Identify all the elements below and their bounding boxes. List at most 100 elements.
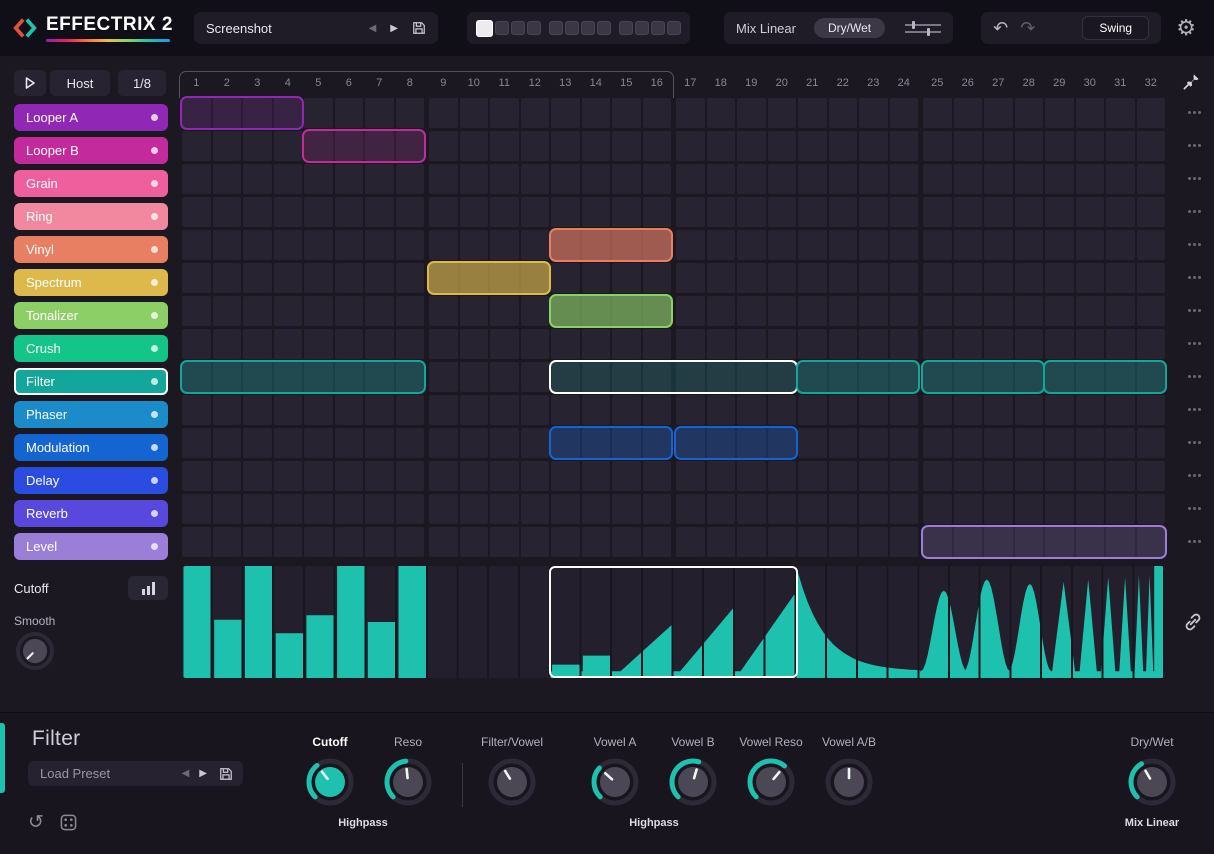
grid-cell[interactable] [1014,428,1043,458]
grid-cell[interactable] [1075,263,1104,293]
grid-cell[interactable] [365,527,394,557]
grid-cell[interactable] [273,164,302,194]
grid-cell[interactable] [1075,395,1104,425]
grid-cell[interactable] [706,527,735,557]
grid-cell[interactable] [1014,164,1043,194]
grid-cell[interactable] [459,296,488,326]
vowel-a-knob[interactable] [570,751,660,813]
grid-cell[interactable] [984,98,1013,128]
grid-cell[interactable] [334,461,363,491]
vowel-a-b-knob[interactable] [804,751,894,813]
grid-cell[interactable] [243,428,272,458]
grid-cell[interactable] [490,230,519,260]
grid-cell[interactable] [334,263,363,293]
pattern-slot-2[interactable] [495,21,509,35]
grid-cell[interactable] [798,197,827,227]
grid-cell[interactable] [1136,296,1165,326]
grid-cell[interactable] [1106,263,1135,293]
grid-cell[interactable] [767,131,796,161]
grid-cell[interactable] [212,296,241,326]
grid-cell[interactable] [1136,263,1165,293]
grid-cell[interactable] [889,494,918,524]
pattern-slot-9[interactable] [619,21,633,35]
grid-cell[interactable] [365,98,394,128]
grid-cell[interactable] [551,461,580,491]
grid-cell[interactable] [182,263,211,293]
grid-cell[interactable] [551,395,580,425]
grid-cell[interactable] [767,296,796,326]
grid-cell[interactable] [859,131,888,161]
grid-cell[interactable] [1106,461,1135,491]
track-reverb[interactable]: Reverb [14,500,168,527]
grid-cell[interactable] [1045,494,1074,524]
track-ring[interactable]: Ring [14,203,168,230]
grid-cell[interactable] [182,296,211,326]
grid-cell[interactable] [490,329,519,359]
grid-cell[interactable] [1075,329,1104,359]
grid-cell[interactable] [798,329,827,359]
settings-gear-icon[interactable]: ⚙ [1176,15,1196,41]
grid-cell[interactable] [304,494,333,524]
grid-cell[interactable] [676,263,705,293]
grid-cell[interactable] [490,395,519,425]
grid-cell[interactable] [1106,164,1135,194]
track-crush[interactable]: Crush [14,335,168,362]
grid-cell[interactable] [490,362,519,392]
grid-cell[interactable] [459,197,488,227]
grid-cell[interactable] [889,395,918,425]
grid-cell[interactable] [520,428,549,458]
grid-cell[interactable] [429,197,458,227]
track-active-dot[interactable] [151,279,158,286]
grid-cell[interactable] [490,197,519,227]
grid-cell[interactable] [520,131,549,161]
grid-cell[interactable] [459,230,488,260]
grid-cell[interactable] [395,428,424,458]
reset-icon[interactable]: ↺ [28,811,44,834]
grid-cell[interactable] [1075,461,1104,491]
grid-cell[interactable] [365,395,394,425]
grid-cell[interactable] [923,164,952,194]
grid-cell[interactable] [642,494,671,524]
grid-cell[interactable] [1106,395,1135,425]
grid-cell[interactable] [1014,230,1043,260]
grid-cell[interactable] [1136,395,1165,425]
grid-cell[interactable] [459,395,488,425]
grid-cell[interactable] [828,296,857,326]
grid-cell[interactable] [429,164,458,194]
grid-cell[interactable] [304,395,333,425]
row-menu-dots[interactable] [1188,210,1201,213]
grid-cell[interactable] [737,527,766,557]
pattern-block-looper-a[interactable] [180,96,304,130]
grid-cell[interactable] [551,197,580,227]
grid-cell[interactable] [676,296,705,326]
grid-cell[interactable] [767,329,796,359]
row-menu-dots[interactable] [1188,276,1201,279]
grid-cell[interactable] [642,98,671,128]
grid-cell[interactable] [828,329,857,359]
grid-cell[interactable] [1014,329,1043,359]
grid-cell[interactable] [828,461,857,491]
grid-cell[interactable] [984,428,1013,458]
grid-cell[interactable] [953,494,982,524]
grid-cell[interactable] [334,164,363,194]
load-preset-button[interactable]: Load Preset [40,766,172,781]
grid-cell[interactable] [859,230,888,260]
grid-cell[interactable] [304,296,333,326]
grid-cell[interactable] [490,461,519,491]
grid-cell[interactable] [1075,494,1104,524]
grid-cell[interactable] [1136,428,1165,458]
grid-cell[interactable] [706,164,735,194]
grid-cell[interactable] [612,98,641,128]
grid-cell[interactable] [429,461,458,491]
grid-cell[interactable] [798,527,827,557]
preset-next-button[interactable]: ▶ [390,23,398,34]
grid-cell[interactable] [612,395,641,425]
grid-cell[interactable] [828,527,857,557]
grid-cell[interactable] [429,296,458,326]
pattern-block-level[interactable] [921,525,1167,559]
grid-cell[interactable] [395,263,424,293]
grid-cell[interactable] [642,164,671,194]
row-menu-dots[interactable] [1188,111,1201,114]
grid-cell[interactable] [1014,395,1043,425]
grid-cell[interactable] [828,428,857,458]
